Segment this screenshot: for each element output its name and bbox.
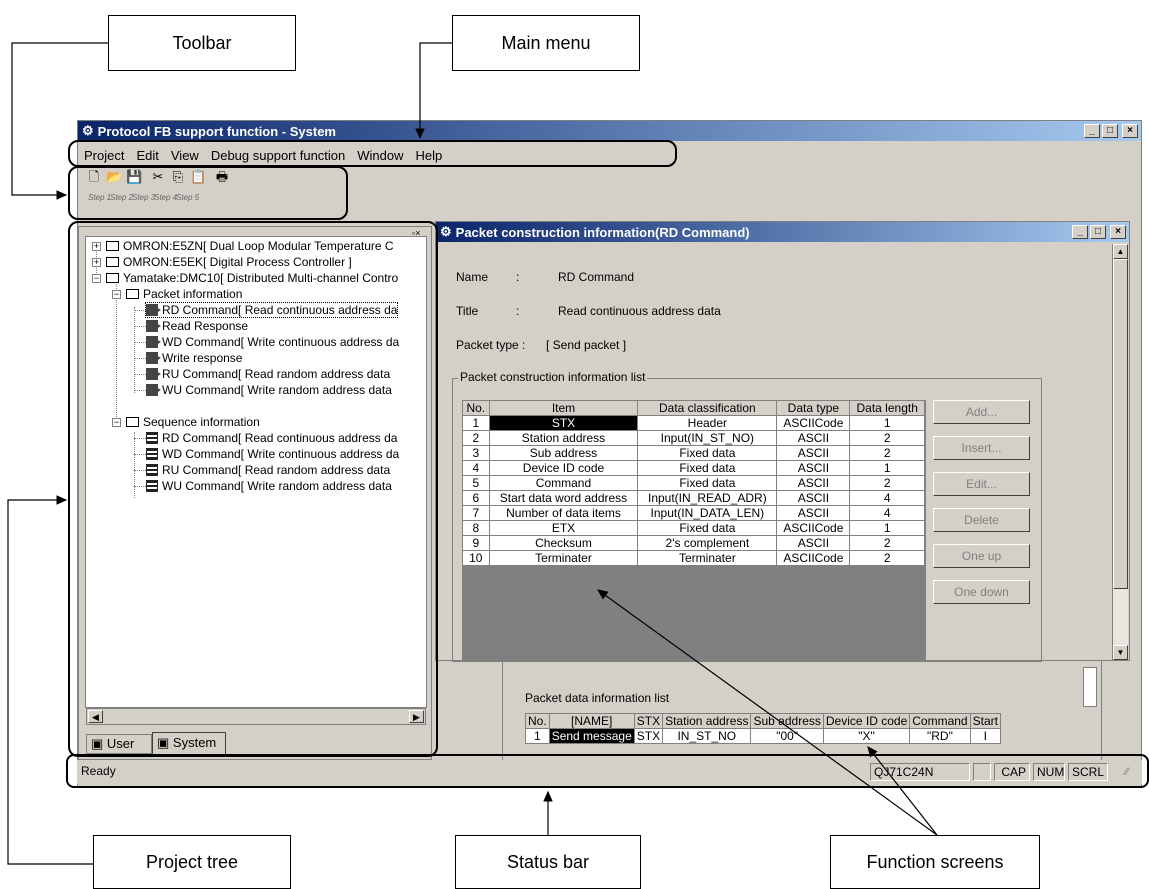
callout-connectors: [7, 42, 938, 865]
